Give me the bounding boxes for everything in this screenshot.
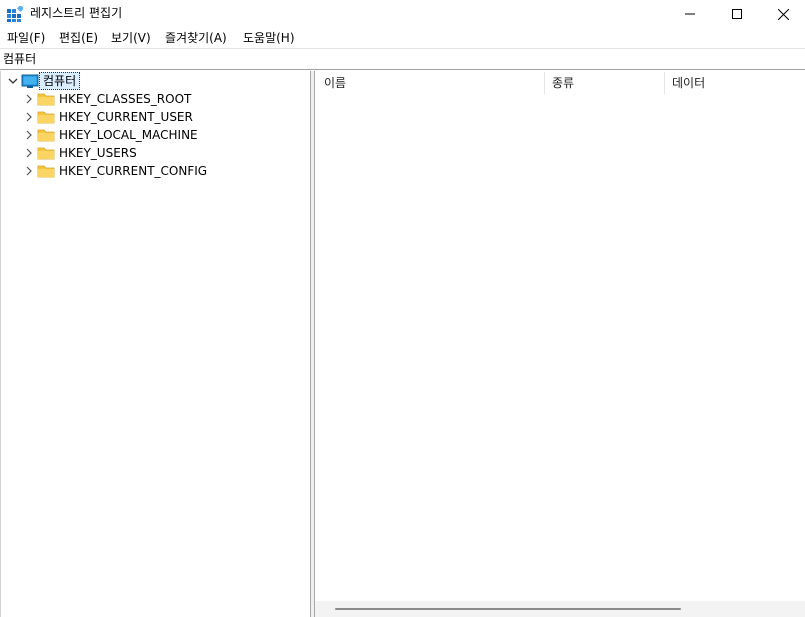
menu-favorites[interactable]: 즐겨찾기(A) <box>165 31 227 45</box>
title-bar[interactable]: 레지스트리 편집기 <box>0 0 805 28</box>
close-icon <box>777 8 789 20</box>
column-header-label: 데이터 <box>672 76 706 90</box>
maximize-icon <box>732 9 742 19</box>
folder-icon <box>37 163 55 179</box>
column-header-type[interactable]: 종류 <box>545 71 664 95</box>
tree-node-hkey-current-config[interactable]: HKEY_CURRENT_CONFIG <box>1 162 301 180</box>
address-path[interactable]: 컴퓨터 <box>3 52 36 66</box>
computer-icon <box>21 73 39 89</box>
tree-node-label[interactable]: HKEY_CURRENT_USER <box>59 110 193 124</box>
menu-edit[interactable]: 편집(E) <box>59 31 98 45</box>
tree-node-label[interactable]: HKEY_USERS <box>59 146 137 160</box>
menu-view[interactable]: 보기(V) <box>111 31 151 45</box>
column-header-name[interactable]: 이름 <box>315 71 545 95</box>
tree-pane[interactable]: 컴퓨터 HKEY_CLASSES_ROOT HKEY_CURRENT_USER … <box>0 71 311 617</box>
scrollbar-thumb[interactable] <box>335 608 681 610</box>
tree-node-hkey-current-user[interactable]: HKEY_CURRENT_USER <box>1 108 301 126</box>
tree-node-label[interactable]: 컴퓨터 <box>39 72 81 90</box>
address-bar[interactable]: 컴퓨터 <box>0 49 805 69</box>
values-list-pane[interactable]: 이름 종류 데이터 <box>315 71 805 617</box>
menu-bar: 파일(F) 편집(E) 보기(V) 즐겨찾기(A) 도움말(H) <box>0 28 805 48</box>
chevron-right-icon[interactable] <box>23 129 35 141</box>
tree-node-hkey-classes-root[interactable]: HKEY_CLASSES_ROOT <box>1 90 301 108</box>
window-title: 레지스트리 편집기 <box>30 6 123 20</box>
maximize-button[interactable] <box>714 0 760 28</box>
chevron-right-icon[interactable] <box>23 111 35 123</box>
address-separator <box>0 69 805 70</box>
tree-node-label[interactable]: HKEY_CURRENT_CONFIG <box>59 164 207 178</box>
column-header-label: 종류 <box>552 76 575 90</box>
menu-help[interactable]: 도움말(H) <box>243 31 295 45</box>
minimize-icon <box>685 13 695 15</box>
folder-icon <box>37 109 55 125</box>
tree-node-computer[interactable]: 컴퓨터 <box>1 72 301 90</box>
tree-node-hkey-local-machine[interactable]: HKEY_LOCAL_MACHINE <box>1 126 301 144</box>
close-button[interactable] <box>760 0 805 28</box>
tree-node-hkey-users[interactable]: HKEY_USERS <box>1 144 301 162</box>
minimize-button[interactable] <box>667 0 713 28</box>
folder-icon <box>37 127 55 143</box>
chevron-right-icon[interactable] <box>23 165 35 177</box>
registry-editor-icon <box>7 4 25 22</box>
chevron-down-icon[interactable] <box>7 75 19 87</box>
column-header-label: 이름 <box>324 76 347 90</box>
horizontal-scrollbar[interactable] <box>315 601 805 617</box>
folder-icon <box>37 91 55 107</box>
menu-file[interactable]: 파일(F) <box>7 31 45 45</box>
chevron-right-icon[interactable] <box>23 147 35 159</box>
chevron-right-icon[interactable] <box>23 93 35 105</box>
column-header-data[interactable]: 데이터 <box>665 71 805 95</box>
folder-icon <box>37 145 55 161</box>
tree-node-label[interactable]: HKEY_CLASSES_ROOT <box>59 92 191 106</box>
tree-node-label[interactable]: HKEY_LOCAL_MACHINE <box>59 128 198 142</box>
